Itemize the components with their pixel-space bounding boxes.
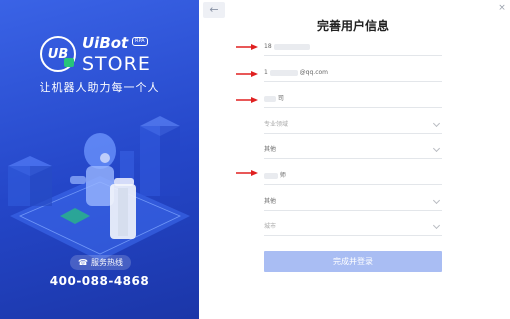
back-button[interactable]: ← xyxy=(203,2,225,18)
specialty-select[interactable]: 专业领域 xyxy=(264,116,442,134)
redacted-text xyxy=(273,43,310,50)
annotation-arrow-1 xyxy=(236,44,258,50)
phone-number: 400-088-4868 xyxy=(49,274,150,288)
job-title-value: 师 xyxy=(279,172,286,179)
annotation-arrow-3 xyxy=(236,97,258,103)
chevron-down-icon xyxy=(432,144,441,153)
industry-select[interactable]: 其他 xyxy=(264,141,442,159)
close-button[interactable]: × xyxy=(497,2,507,14)
job-title-field[interactable]: 师 xyxy=(264,167,442,185)
redacted-text xyxy=(264,95,276,102)
complete-and-login-button[interactable]: 完成并登录 xyxy=(264,251,442,272)
redacted-text xyxy=(269,69,298,76)
logo-rpa-tag: RPA xyxy=(132,37,148,46)
hotline-label: 服务热线 xyxy=(90,258,123,267)
close-icon: × xyxy=(498,3,506,13)
chevron-down-icon xyxy=(432,196,441,205)
hotline-badge: ☎ 服务热线 xyxy=(70,255,131,270)
chevron-down-icon xyxy=(432,221,441,230)
redacted-text xyxy=(264,172,278,179)
page-title: 完善用户信息 xyxy=(316,19,389,33)
email-value-prefix: 1 xyxy=(264,69,268,76)
email-value-suffix: @qq.com xyxy=(299,69,329,76)
logo-name-bottom: STORE xyxy=(82,53,151,75)
role-select[interactable]: 其他 xyxy=(264,193,442,211)
uibot-store-logo: UB UiBot RPA STORE xyxy=(40,34,170,76)
industry-value: 其他 xyxy=(264,146,277,153)
robot-face-icon xyxy=(64,58,74,67)
annotation-arrow-2 xyxy=(236,71,258,77)
robot-city-illustration xyxy=(8,116,190,261)
city-select[interactable]: 城市 xyxy=(264,218,442,236)
logo-name-top: UiBot xyxy=(82,34,129,52)
slogan: 让机器人助力每一个人 xyxy=(39,81,160,94)
company-value: 司 xyxy=(277,95,284,102)
phone-icon: ☎ xyxy=(78,258,88,267)
username-value: 18 xyxy=(264,43,272,50)
company-field[interactable]: 司 xyxy=(264,90,442,108)
username-field[interactable]: 18 xyxy=(264,38,442,56)
annotation-arrow-4 xyxy=(236,170,258,176)
role-value: 其他 xyxy=(264,198,277,205)
city-placeholder: 城市 xyxy=(264,223,277,230)
logo-badge: UB xyxy=(40,36,76,72)
back-arrow-icon: ← xyxy=(209,3,219,16)
chevron-down-icon xyxy=(432,119,441,128)
specialty-placeholder: 专业领域 xyxy=(264,121,289,128)
email-field[interactable]: 1 @qq.com xyxy=(264,64,442,82)
promo-panel: UB UiBot RPA STORE 让机器人助力每一个人 ☎ 服务热线 400… xyxy=(0,0,199,319)
